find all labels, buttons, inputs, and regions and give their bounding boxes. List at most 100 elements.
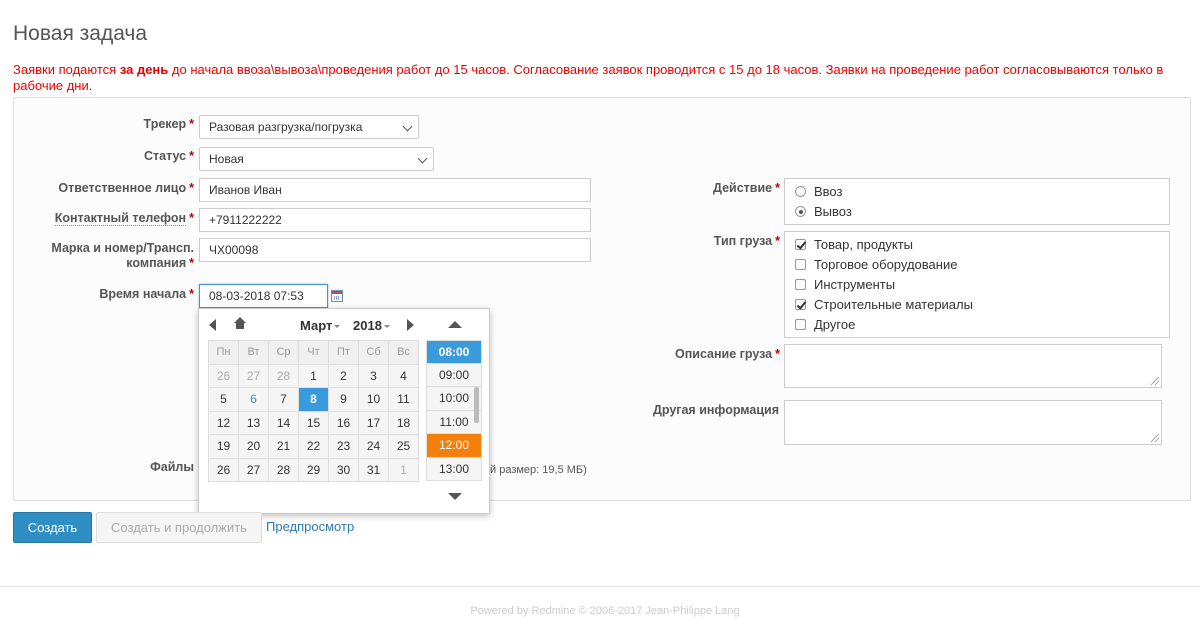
calendar-day[interactable]: 7: [268, 387, 299, 412]
calendar-day[interactable]: 27: [238, 457, 269, 482]
phone-label: Контактный телефон *: [54, 211, 194, 226]
files-size-note: й размер: 19,5 МБ): [490, 464, 587, 476]
calendar-day[interactable]: 28: [268, 457, 299, 482]
time-scroll-up-icon[interactable]: [448, 321, 462, 328]
weekday-header: Чт: [298, 340, 329, 365]
calendar-day-selected[interactable]: 8: [298, 387, 329, 412]
calendar-day[interactable]: 3: [358, 363, 389, 388]
calendar-day[interactable]: 2: [328, 363, 359, 388]
calendar-day[interactable]: 16: [328, 410, 359, 435]
calendar-day[interactable]: 10: [358, 387, 389, 412]
cargo-option-tools[interactable]: Инструменты: [795, 277, 895, 293]
calendar-day[interactable]: 29: [298, 457, 329, 482]
create-button[interactable]: Создать: [13, 512, 92, 543]
calendar-day[interactable]: 24: [358, 434, 389, 459]
footer-divider: [0, 586, 1200, 587]
caret-down-icon: [334, 325, 341, 328]
calendar-day[interactable]: 28: [268, 363, 299, 388]
month-selector[interactable]: Март: [300, 318, 341, 333]
calendar-day[interactable]: 11: [388, 387, 419, 412]
year-selector[interactable]: 2018: [353, 318, 390, 333]
preview-link[interactable]: Предпросмотр: [266, 519, 354, 534]
status-label: Статус *: [143, 149, 194, 163]
cargo-type-label: Тип груза *: [713, 234, 780, 248]
chevron-down-icon: [402, 121, 413, 132]
calendar-grid: Пн Вт Ср Чт Пт Сб Вс 26 27 28 1 2 3 4 5 …: [208, 340, 419, 482]
calendar-day[interactable]: 31: [358, 457, 389, 482]
calendar-day[interactable]: 4: [388, 363, 419, 388]
weekday-header: Пн: [208, 340, 239, 365]
time-scroll-down-icon[interactable]: [448, 493, 462, 500]
radio-button[interactable]: [795, 186, 806, 197]
calendar-day[interactable]: 21: [268, 434, 299, 459]
calendar-day[interactable]: 15: [298, 410, 329, 435]
cargo-option-goods[interactable]: Товар, продукты: [795, 237, 913, 253]
calendar-day[interactable]: 22: [298, 434, 329, 459]
calendar-day[interactable]: 5: [208, 387, 239, 412]
prev-month-icon[interactable]: [209, 319, 216, 331]
home-icon[interactable]: [234, 317, 246, 331]
calendar-day[interactable]: 14: [268, 410, 299, 435]
calendar-day[interactable]: 26: [208, 457, 239, 482]
cargo-option-materials[interactable]: Строительные материалы: [795, 297, 973, 313]
phone-input[interactable]: +7911222222: [199, 208, 591, 232]
time-option-highlighted[interactable]: 12:00: [426, 434, 482, 458]
weekday-header: Вс: [388, 340, 419, 365]
calendar-day[interactable]: 13: [238, 410, 269, 435]
checkbox[interactable]: [795, 239, 806, 250]
radio-button[interactable]: [795, 206, 806, 217]
footer-text: Powered by Redmine © 2006-2017 Jean-Phil…: [470, 605, 740, 617]
calendar-day[interactable]: 1: [298, 363, 329, 388]
action-option-export[interactable]: Вывоз: [795, 204, 852, 220]
start-time-input[interactable]: 08-03-2018 07:53: [199, 284, 328, 308]
calendar-day[interactable]: 17: [358, 410, 389, 435]
calendar-day[interactable]: 20: [238, 434, 269, 459]
time-list-scrollbar[interactable]: [474, 387, 479, 423]
action-option-import[interactable]: Ввоз: [795, 184, 842, 200]
responsible-input[interactable]: Иванов Иван: [199, 178, 591, 202]
cargo-desc-textarea[interactable]: [784, 344, 1162, 388]
calendar-day[interactable]: 19: [208, 434, 239, 459]
page-title: Новая задача: [13, 22, 148, 45]
next-month-icon[interactable]: [407, 319, 414, 331]
vehicle-input[interactable]: ЧХ00098: [199, 238, 591, 262]
other-info-label: Другая информация: [652, 403, 779, 417]
vehicle-label: Марка и номер/Трансп. компания *: [51, 241, 194, 270]
tracker-select[interactable]: Разовая разгрузка/погрузка: [199, 115, 419, 139]
checkbox[interactable]: [795, 279, 806, 290]
calendar-day[interactable]: 26: [208, 363, 239, 388]
calendar-day[interactable]: 1: [388, 457, 419, 482]
checkbox[interactable]: [795, 259, 806, 270]
calendar-day[interactable]: 18: [388, 410, 419, 435]
files-label: Файлы: [150, 460, 194, 474]
calendar-day-today[interactable]: 6: [238, 387, 269, 412]
cargo-option-other[interactable]: Другое: [795, 317, 855, 333]
calendar-day[interactable]: 23: [328, 434, 359, 459]
calendar-day[interactable]: 12: [208, 410, 239, 435]
other-info-textarea[interactable]: [784, 400, 1162, 445]
cargo-type-group: Товар, продукты Торговое оборудование Ин…: [784, 231, 1170, 338]
status-select[interactable]: Новая: [199, 147, 434, 171]
notice-bold: за день: [119, 62, 169, 77]
notice-text: Заявки подаются за день до начала ввоза\…: [13, 62, 1164, 93]
cargo-desc-label: Описание груза *: [674, 347, 780, 361]
time-option[interactable]: 09:00: [426, 363, 482, 387]
calendar-day[interactable]: 27: [238, 363, 269, 388]
create-continue-button[interactable]: Создать и продолжить: [96, 512, 262, 543]
calendar-icon[interactable]: [331, 290, 343, 302]
calendar-day[interactable]: 25: [388, 434, 419, 459]
responsible-label: Ответственное лицо *: [58, 181, 194, 195]
checkbox[interactable]: [795, 319, 806, 330]
caret-down-icon: [383, 325, 390, 328]
action-label: Действие *: [713, 181, 780, 195]
time-option-selected[interactable]: 08:00: [426, 340, 482, 364]
calendar-day[interactable]: 9: [328, 387, 359, 412]
tracker-label: Трекер *: [143, 117, 194, 131]
cargo-option-equipment[interactable]: Торговое оборудование: [795, 257, 957, 273]
time-option[interactable]: 13:00: [426, 457, 482, 481]
resize-handle-icon[interactable]: [1151, 377, 1159, 385]
calendar-day[interactable]: 30: [328, 457, 359, 482]
resize-handle-icon[interactable]: [1151, 434, 1159, 442]
datetime-picker: Март 2018 Пн Вт Ср Чт Пт Сб Вс 26 27 28 …: [198, 308, 490, 514]
checkbox[interactable]: [795, 299, 806, 310]
